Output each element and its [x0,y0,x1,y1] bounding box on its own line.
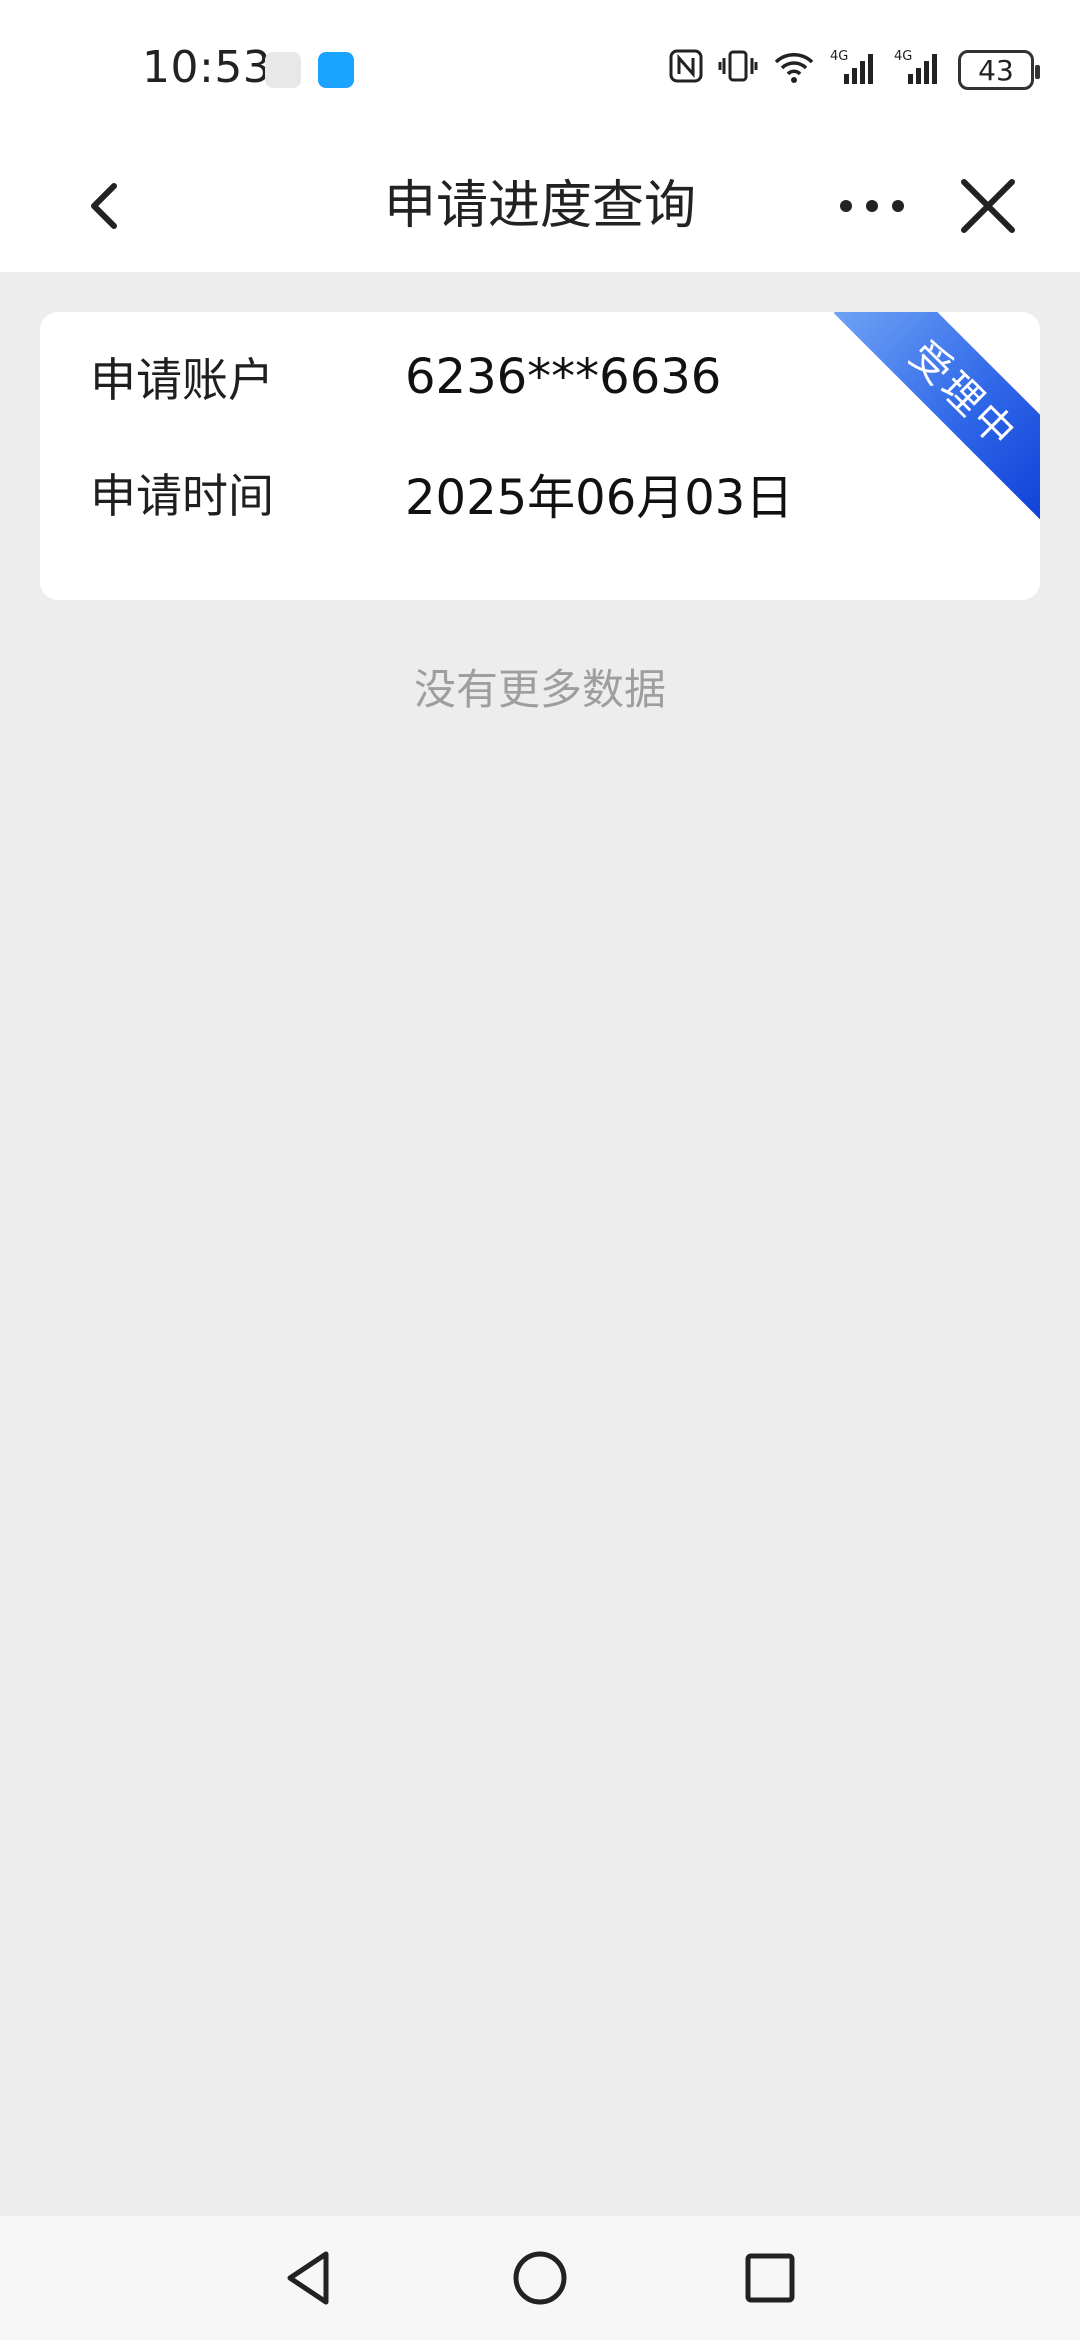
4g-signal-icon: 4G [830,46,880,95]
square-recents-icon [745,2253,795,2303]
no-more-data-text: 没有更多数据 [413,665,666,714]
close-button[interactable] [950,168,1026,244]
time-row: 申请时间 2025年06月03日 [90,458,793,528]
account-row: 申请账户 6236***6636 [90,342,721,412]
status-ribbon: 受理中 [830,312,1040,522]
wifi-icon [772,48,816,93]
close-icon [961,179,1015,233]
system-recent-apps-button[interactable] [738,2246,802,2310]
status-indicators: 4G 4G 43 [668,44,1040,96]
nfc-icon [668,48,704,93]
application-card[interactable]: 申请账户 6236***6636 申请时间 2025年06月03日 受理中 [40,312,1040,600]
more-options-button[interactable] [834,168,910,244]
notification-app-icon [265,52,301,88]
status-bar: 10:53 4G 4G 43 [0,0,1080,140]
system-home-button[interactable] [508,2246,572,2310]
status-ribbon-label: 受理中 [833,312,1040,522]
system-back-button[interactable] [278,2246,342,2310]
4g-signal-icon: 4G [894,46,944,95]
page-title: 申请进度查询 [383,176,696,236]
svg-text:4G: 4G [830,49,848,64]
account-label: 申请账户 [90,353,274,407]
system-nav-bar [0,2216,1080,2340]
battery-indicator: 43 [958,50,1040,90]
battery-level: 43 [978,53,1014,87]
time-label: 申请时间 [90,469,274,523]
time-value: 2025年06月03日 [405,470,794,526]
nav-bar: 申请进度查询 [0,140,1080,272]
message-notification-icon [318,52,354,88]
account-value: 6236***6636 [405,349,722,405]
more-dots-icon [840,200,904,212]
triangle-back-icon [287,2251,329,2305]
status-time: 10:53 [142,42,272,93]
vibrate-icon [718,48,758,93]
circle-home-icon [513,2251,567,2305]
svg-text:4G: 4G [894,49,912,64]
